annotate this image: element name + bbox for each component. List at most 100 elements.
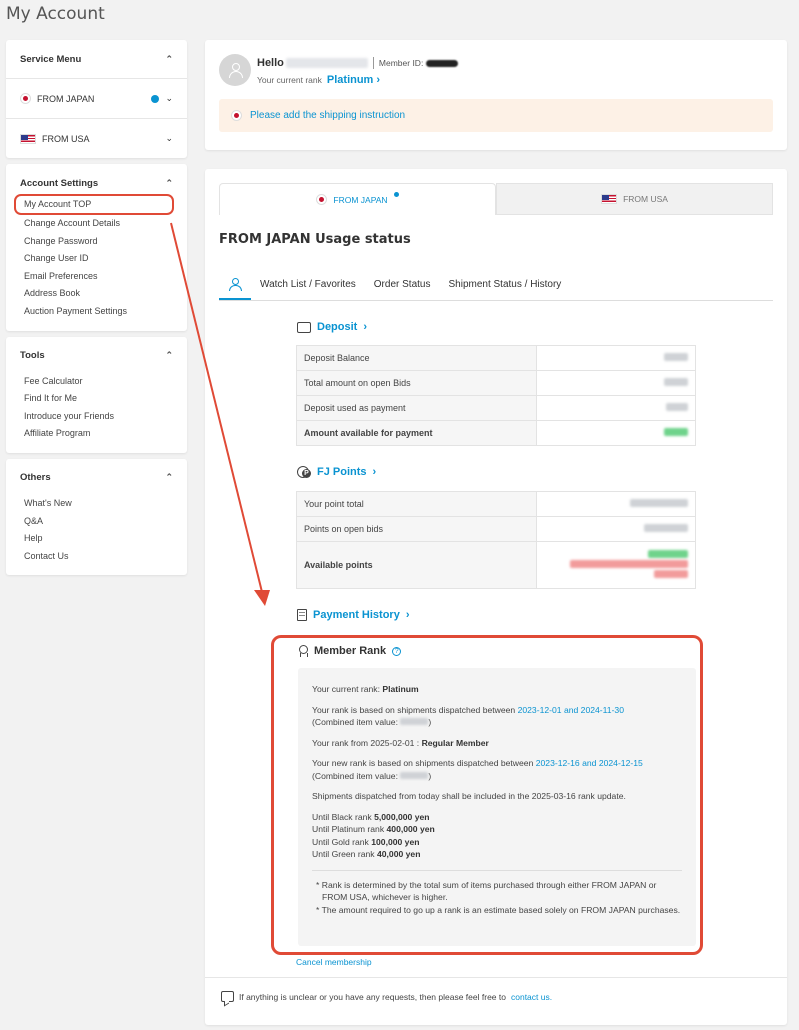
new-rank-basis-text: Your new rank is based on shipments disp… — [312, 758, 643, 768]
sidebar-link-help[interactable]: Help — [20, 530, 173, 548]
sidebar-link-address-book[interactable]: Address Book — [20, 285, 173, 303]
others-header[interactable]: Others ⌃ — [6, 459, 187, 497]
until-platinum-rank: Until Platinum rank 400,000 yen — [312, 824, 435, 834]
member-rank-details: Your current rank: Platinum Your rank is… — [298, 668, 696, 946]
until-green-rank: Until Green rank 40,000 yen — [312, 849, 421, 859]
document-icon — [297, 609, 307, 621]
page-title: My Account — [6, 4, 105, 24]
sidebar: Service Menu ⌃ FROM JAPAN ⌄ FROM USA ⌄ A… — [6, 40, 187, 581]
until-gold-rank: Until Gold rank 100,000 yen — [312, 836, 420, 847]
greeting-line: Hello Member ID: — [257, 57, 459, 69]
notification-dot-icon — [393, 192, 399, 197]
sidebar-link-find-it-for-me[interactable]: Find It for Me — [20, 390, 173, 408]
deposit-table: Deposit Balance Total amount on open Bid… — [296, 345, 696, 446]
sidebar-link-my-account-top[interactable]: My Account TOP — [14, 194, 174, 215]
chevron-down-icon[interactable]: ⌄ — [165, 133, 173, 144]
payment-history-link[interactable]: Payment History › — [297, 609, 409, 621]
redacted-member-id — [426, 59, 459, 67]
usa-flag-icon — [601, 194, 618, 204]
row-value — [536, 395, 696, 421]
row-label: Total amount on open Bids — [296, 370, 537, 396]
current-rank-text: Your current rank: Platinum — [312, 684, 419, 694]
table-row: Total amount on open Bids — [296, 370, 696, 396]
combined-value-text: (Combined item value: ) — [312, 770, 432, 781]
fj-points-link[interactable]: FJ Points› — [297, 465, 376, 479]
row-label: Deposit Balance — [296, 345, 537, 371]
person-icon — [229, 277, 242, 291]
usa-flag-icon — [20, 133, 36, 144]
sidebar-link-qa[interactable]: Q&A — [20, 513, 173, 531]
service-tabs: FROM JAPAN FROM USA — [219, 183, 773, 215]
sidebar-link-affiliate-program[interactable]: Affiliate Program — [20, 425, 173, 443]
footer-contact: If anything is unclear or you have any r… — [221, 991, 552, 1002]
fj-points-title: FJ Points — [317, 466, 367, 478]
sidebar-link-fee-calculator[interactable]: Fee Calculator — [20, 373, 173, 391]
chevron-up-icon[interactable]: ⌃ — [165, 472, 173, 483]
sidebar-link-auction-payment-settings[interactable]: Auction Payment Settings — [20, 303, 173, 321]
row-label: Deposit used as payment — [296, 395, 537, 421]
usage-sub-tabs: Watch List / Favorites Order Status Ship… — [219, 269, 773, 301]
row-value — [536, 541, 696, 589]
tab-profile[interactable] — [219, 269, 251, 300]
chevron-up-icon[interactable]: ⌃ — [165, 54, 173, 65]
tab-watch-list[interactable]: Watch List / Favorites — [251, 269, 365, 300]
sidebar-link-email-preferences[interactable]: Email Preferences — [20, 268, 173, 286]
shipping-instruction-notice[interactable]: Please add the shipping instruction — [219, 99, 773, 132]
tab-from-usa[interactable]: FROM USA — [496, 183, 773, 215]
notice-text[interactable]: Please add the shipping instruction — [250, 110, 405, 121]
chevron-up-icon[interactable]: ⌃ — [165, 178, 173, 189]
current-rank-link[interactable]: Platinum › — [327, 74, 380, 86]
japan-flag-icon — [316, 194, 328, 205]
tools-title: Tools — [20, 350, 45, 362]
tab-label: FROM USA — [623, 194, 668, 204]
tab-from-japan[interactable]: FROM JAPAN — [219, 183, 496, 215]
tab-order-status[interactable]: Order Status — [365, 269, 440, 300]
sidebar-link-change-password[interactable]: Change Password — [20, 233, 173, 251]
contact-us-link[interactable]: contact us. — [511, 992, 552, 1002]
deposit-link[interactable]: Deposit › — [297, 321, 367, 333]
points-icon — [297, 465, 311, 479]
rank-update-note: Shipments dispatched from today shall be… — [312, 791, 626, 801]
cancel-membership-link[interactable]: Cancel membership — [296, 957, 372, 967]
sidebar-link-contact-us[interactable]: Contact Us — [20, 548, 173, 566]
row-value — [536, 345, 696, 371]
others-panel: Others ⌃ What's New Q&A Help Contact Us — [6, 458, 187, 576]
row-value — [536, 420, 696, 446]
account-settings-panel: Account Settings ⌃ My Account TOP Change… — [6, 164, 187, 331]
table-row: Your point total — [296, 491, 696, 517]
sidebar-link-change-user-id[interactable]: Change User ID — [20, 250, 173, 268]
sidebar-item-from-japan[interactable]: FROM JAPAN ⌄ — [6, 78, 187, 118]
footer-text: If anything is unclear or you have any r… — [239, 991, 506, 1002]
member-rank-section: Member Rank ? Your current rank: Platinu… — [271, 635, 703, 955]
service-menu-title: Service Menu — [20, 53, 82, 65]
rank-basis-text: Your rank is based on shipments dispatch… — [312, 704, 624, 715]
row-value — [536, 370, 696, 396]
tools-panel: Tools ⌃ Fee Calculator Find It for Me In… — [6, 336, 187, 453]
combined-value-text: (Combined item value: ) — [312, 717, 432, 727]
row-value — [536, 491, 696, 517]
japan-flag-icon — [231, 110, 242, 121]
table-row: Points on open bids — [296, 516, 696, 542]
row-label: Amount available for payment — [296, 420, 537, 446]
tab-label: FROM JAPAN — [333, 194, 388, 205]
tools-header[interactable]: Tools ⌃ — [6, 337, 187, 375]
rank-basis-range[interactable]: 2023-12-01 and 2024-11-30 — [518, 705, 624, 715]
rank-note-1: * Rank is determined by the total sum of… — [316, 879, 657, 903]
tab-shipment-status[interactable]: Shipment Status / History — [439, 269, 570, 300]
sidebar-link-whats-new[interactable]: What's New — [20, 495, 173, 513]
service-menu-header[interactable]: Service Menu ⌃ — [6, 40, 187, 78]
medal-icon — [298, 645, 308, 657]
hello-text: Hello — [257, 57, 284, 69]
member-rank-title: Member Rank — [314, 645, 387, 657]
sidebar-link-introduce-friends[interactable]: Introduce your Friends — [20, 408, 173, 426]
new-rank-basis-range[interactable]: 2023-12-16 and 2024-12-15 — [536, 758, 643, 768]
sidebar-item-label: FROM USA — [42, 133, 90, 144]
notification-dot-icon — [151, 94, 160, 103]
chevron-up-icon[interactable]: ⌃ — [165, 350, 173, 361]
chevron-down-icon[interactable]: ⌄ — [165, 93, 173, 104]
member-id-label: Member ID: — [378, 58, 424, 68]
table-row: Deposit Balance — [296, 345, 696, 371]
help-icon[interactable]: ? — [392, 646, 402, 656]
sidebar-item-from-usa[interactable]: FROM USA ⌄ — [6, 118, 187, 158]
sidebar-link-change-account-details[interactable]: Change Account Details — [20, 215, 173, 233]
